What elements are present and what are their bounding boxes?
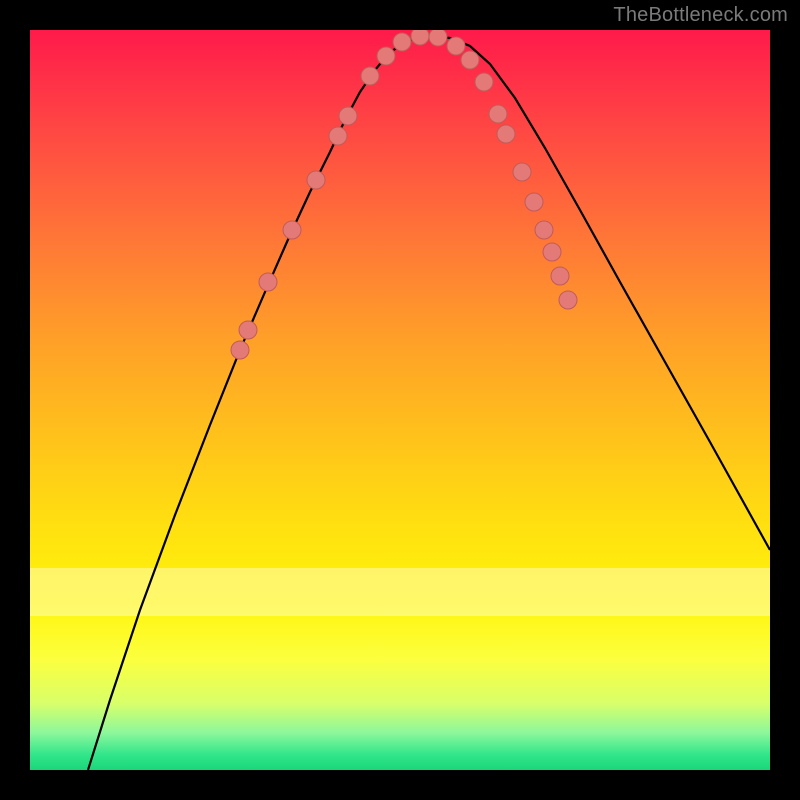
- curve-marker: [239, 321, 257, 339]
- bottleneck-curve: [88, 36, 770, 770]
- curve-marker: [377, 47, 395, 65]
- curve-marker: [307, 171, 325, 189]
- curve-marker: [461, 51, 479, 69]
- curve-layer: [30, 30, 770, 770]
- curve-marker: [551, 267, 569, 285]
- curve-marker: [447, 37, 465, 55]
- curve-marker: [475, 73, 493, 91]
- curve-marker: [429, 30, 447, 46]
- curve-marker: [559, 291, 577, 309]
- curve-marker: [339, 107, 357, 125]
- curve-marker: [543, 243, 561, 261]
- curve-marker: [283, 221, 301, 239]
- curve-marker: [535, 221, 553, 239]
- watermark: TheBottleneck.com: [613, 4, 788, 27]
- curve-marker: [525, 193, 543, 211]
- curve-marker: [329, 127, 347, 145]
- plot-area: [30, 30, 770, 770]
- curve-marker: [393, 33, 411, 51]
- curve-marker: [513, 163, 531, 181]
- curve-marker: [411, 30, 429, 45]
- curve-markers: [231, 30, 577, 359]
- curve-marker: [361, 67, 379, 85]
- curve-marker: [489, 105, 507, 123]
- curve-marker: [259, 273, 277, 291]
- curve-marker: [497, 125, 515, 143]
- outer-frame: TheBottleneck.com: [0, 0, 800, 800]
- curve-marker: [231, 341, 249, 359]
